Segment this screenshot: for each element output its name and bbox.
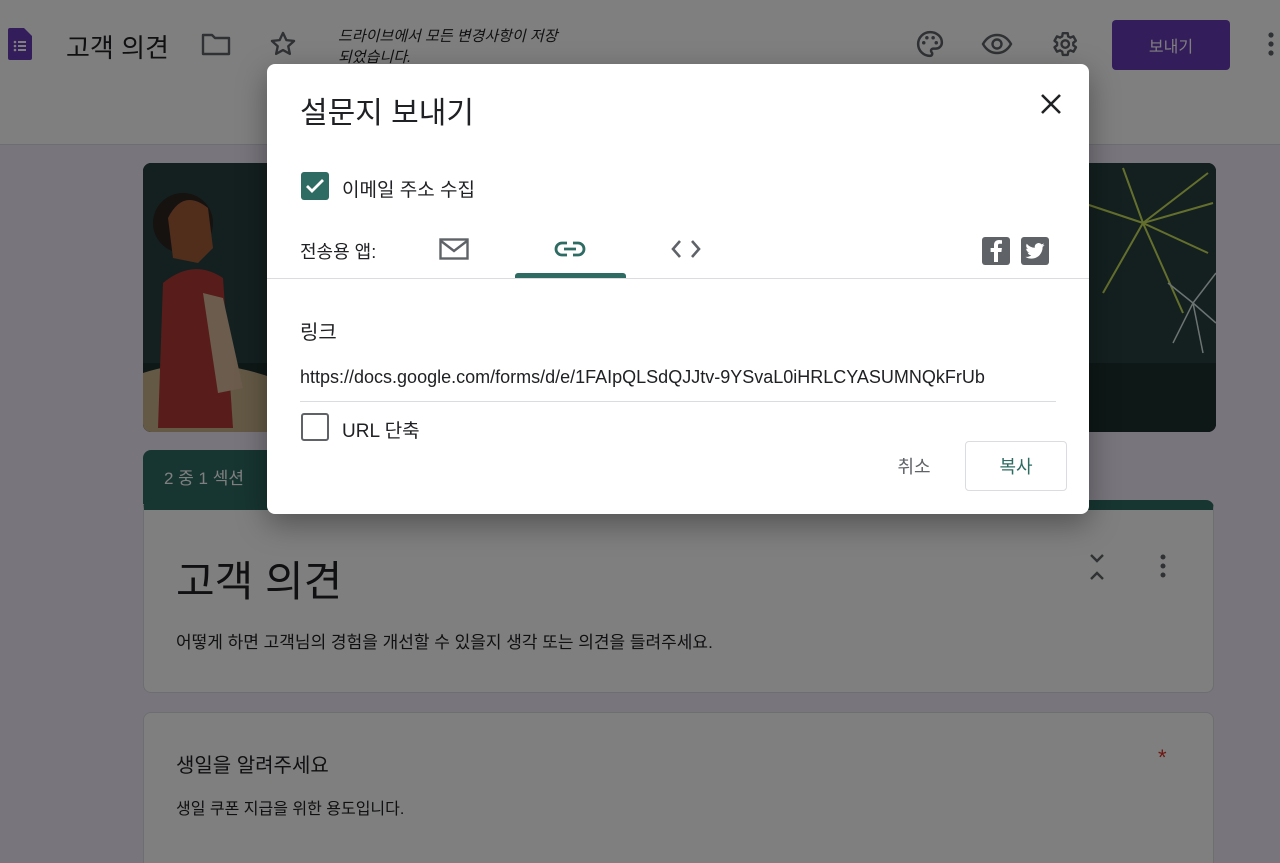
email-icon (439, 237, 469, 265)
close-icon[interactable] (1031, 86, 1071, 122)
shorten-url-checkbox[interactable] (301, 413, 329, 441)
tab-email[interactable] (399, 224, 509, 278)
dialog-title: 설문지 보내기 (300, 97, 474, 130)
send-via-label: 전송용 앱: (300, 242, 377, 262)
embed-code-icon (670, 238, 702, 265)
facebook-icon[interactable] (982, 237, 1010, 265)
link-icon (554, 239, 586, 264)
collect-email-checkbox[interactable] (301, 172, 329, 200)
shorten-url-label[interactable]: URL 단축 (342, 416, 420, 443)
tab-link[interactable] (515, 224, 625, 278)
collect-email-label[interactable]: 이메일 주소 수집 (342, 175, 475, 202)
twitter-icon[interactable] (1021, 237, 1049, 265)
send-form-dialog: 설문지 보내기 이메일 주소 수집 전송용 앱: 링크 https://docs… (267, 64, 1089, 514)
cancel-button[interactable]: 취소 (879, 448, 949, 484)
copy-button[interactable]: 복사 (965, 441, 1067, 491)
tab-embed[interactable] (631, 224, 741, 278)
link-url-field[interactable]: https://docs.google.com/forms/d/e/1FAIpQ… (300, 367, 1056, 402)
link-heading: 링크 (300, 322, 337, 344)
tab-divider (267, 278, 1089, 279)
